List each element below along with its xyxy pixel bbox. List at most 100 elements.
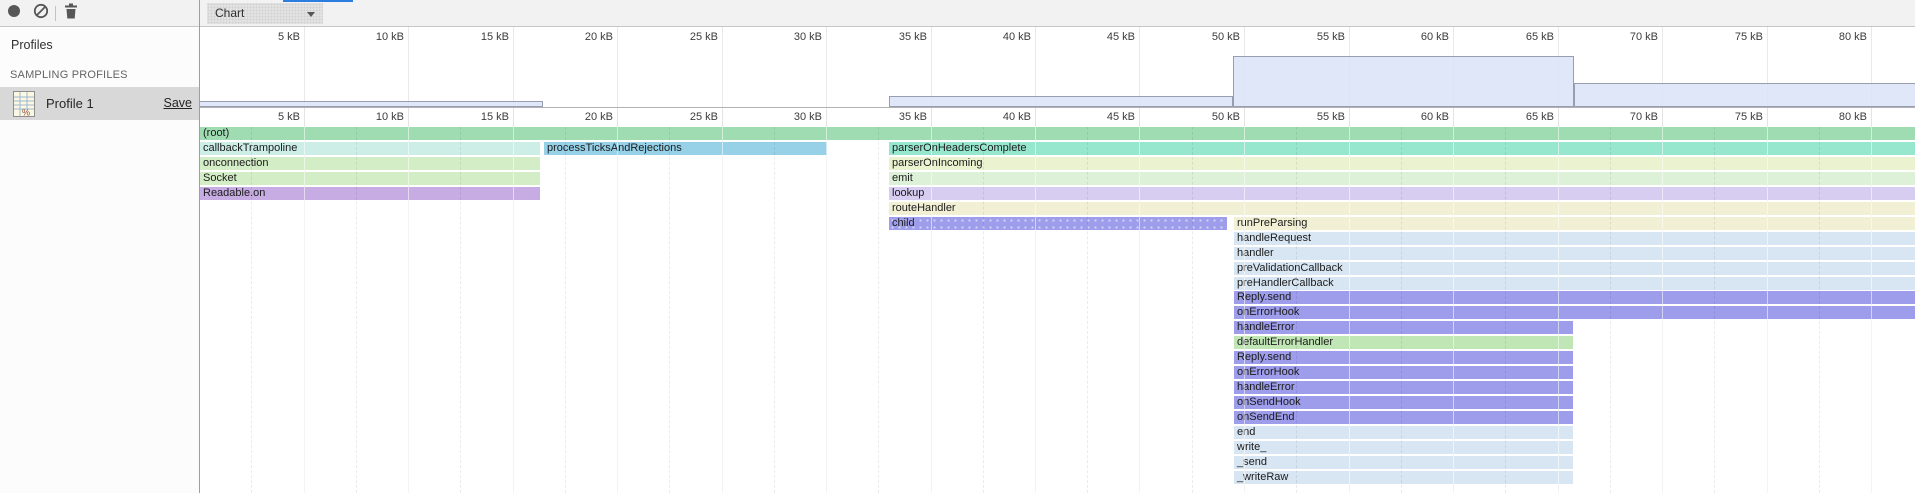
active-tab-indicator — [283, 0, 353, 2]
profiles-heading: Profiles — [11, 38, 53, 52]
overview-area-segment[interactable] — [889, 96, 1233, 107]
flame-bar[interactable]: preValidationCallback — [1234, 262, 1915, 275]
flame-bar[interactable]: routeHandler — [889, 202, 1915, 215]
ruler-tick-label: 10 kB — [344, 111, 404, 123]
chevron-down-icon — [307, 12, 315, 17]
flame-bar-label: child — [892, 217, 915, 229]
gridline-overlay — [722, 127, 723, 493]
view-mode-select[interactable]: Chart — [207, 3, 323, 24]
sidebar-item-profile-1[interactable]: % Profile 1 Save — [0, 87, 199, 120]
ruler-tick-label: 60 kB — [1389, 31, 1449, 43]
flame-bar-label: parserOnIncoming — [892, 157, 983, 169]
flame-bar-label: write_ — [1237, 441, 1266, 453]
flame-chart-area[interactable]: 5 kB5 kB10 kB10 kB15 kB15 kB20 kB20 kB25… — [200, 27, 1915, 493]
flame-bar-label: Socket — [203, 172, 237, 184]
ruler-tick-label: 5 kB — [240, 31, 300, 43]
flame-bar-label: handleError — [1237, 381, 1294, 393]
ruler-tick-label: 75 kB — [1703, 111, 1763, 123]
ruler-tick-label: 65 kB — [1494, 111, 1554, 123]
ruler-tick-label: 40 kB — [971, 31, 1031, 43]
ruler-tick-label: 45 kB — [1075, 111, 1135, 123]
flame-bar[interactable]: onErrorHook — [1234, 306, 1915, 319]
flame-bar[interactable]: Reply.send — [1234, 291, 1915, 304]
gridline-overlay — [826, 127, 827, 493]
overview-area-segment[interactable] — [1233, 56, 1574, 107]
delete-profile-button[interactable] — [61, 4, 80, 23]
gridline-overlay — [1139, 127, 1140, 493]
flame-bar[interactable]: (root) — [200, 127, 1915, 140]
flame-bar-label: lookup — [892, 187, 924, 199]
flame-bar[interactable]: processTicksAndRejections — [544, 142, 827, 155]
flame-bar[interactable]: Reply.send — [1234, 351, 1573, 364]
flame-bar[interactable]: onSendHook — [1234, 396, 1573, 409]
ruler-tick-label: 40 kB — [971, 111, 1031, 123]
save-profile-link[interactable]: Save — [164, 96, 193, 110]
flame-bar-label: parserOnHeadersComplete — [892, 142, 1027, 154]
gridline-dashed — [1819, 127, 1820, 493]
flame-bar[interactable]: parserOnIncoming — [889, 157, 1915, 170]
overview-bottom-border — [200, 107, 1915, 108]
gridline-dashed — [1192, 127, 1193, 493]
gridline — [826, 27, 827, 108]
flame-bar[interactable]: runPreParsing — [1234, 217, 1915, 230]
view-mode-value: Chart — [215, 6, 244, 20]
flame-bar[interactable]: _send — [1234, 456, 1573, 469]
flame-bar[interactable]: handler — [1234, 247, 1915, 260]
clear-button[interactable] — [31, 4, 50, 23]
flame-bar[interactable]: write_ — [1234, 441, 1573, 454]
flame-bar-label: defaultErrorHandler — [1237, 336, 1333, 348]
flame-bar-label: _send — [1237, 456, 1267, 468]
trash-icon — [64, 3, 78, 24]
gridline-dashed — [1296, 127, 1297, 493]
flame-bar-label: end — [1237, 426, 1255, 438]
profile-name: Profile 1 — [46, 96, 94, 111]
ruler-tick-label: 35 kB — [867, 111, 927, 123]
gridline-overlay — [617, 127, 618, 493]
flame-bar[interactable]: _writeRaw — [1234, 471, 1573, 484]
gridline-overlay — [1035, 127, 1036, 493]
gridline-dashed — [565, 127, 566, 493]
ruler-tick-label: 50 kB — [1180, 31, 1240, 43]
ruler-tick-label: 65 kB — [1494, 31, 1554, 43]
gridline-overlay — [1767, 127, 1768, 493]
gridline-dashed — [878, 127, 879, 493]
record-button[interactable] — [4, 4, 23, 23]
flame-bar[interactable]: handleError — [1234, 381, 1573, 394]
flame-bar-label: Reply.send — [1237, 351, 1291, 363]
gridline — [408, 27, 409, 108]
ruler-tick-label: 30 kB — [762, 31, 822, 43]
flame-bar[interactable]: onSendEnd — [1234, 411, 1573, 424]
flame-bar[interactable]: preHandlerCallback — [1234, 277, 1915, 290]
ruler-tick-label: 80 kB — [1807, 111, 1867, 123]
gridline — [722, 27, 723, 108]
flame-bar-label: Readable.on — [203, 187, 265, 199]
flame-bar[interactable]: onErrorHook — [1234, 366, 1573, 379]
no-entry-icon — [33, 3, 49, 24]
flame-bar-label: handleError — [1237, 321, 1294, 333]
sidebar-divider — [199, 0, 200, 493]
flame-bar-label: Reply.send — [1237, 291, 1291, 303]
gridline-overlay — [1349, 127, 1350, 493]
flame-bar-label: preHandlerCallback — [1237, 277, 1334, 289]
flame-bar-label: routeHandler — [892, 202, 956, 214]
flame-bar[interactable]: handleError — [1234, 321, 1573, 334]
ruler-tick-label: 75 kB — [1703, 31, 1763, 43]
ruler-tick-label: 80 kB — [1807, 31, 1867, 43]
toolbar: Chart — [0, 0, 1915, 27]
flame-bar[interactable]: emit — [889, 172, 1915, 185]
flame-bar-label: handleRequest — [1237, 232, 1311, 244]
flame-bar[interactable]: end — [1234, 426, 1573, 439]
flame-bar-label: onSendEnd — [1237, 411, 1295, 423]
overview-area-segment[interactable] — [1574, 83, 1915, 107]
ruler-tick-label: 55 kB — [1285, 31, 1345, 43]
flame-bar[interactable]: child — [889, 217, 1227, 230]
ruler-tick-label: 45 kB — [1075, 31, 1135, 43]
gridline-dashed — [251, 127, 252, 493]
gridline-dashed — [774, 127, 775, 493]
flame-bar[interactable]: handleRequest — [1234, 232, 1915, 245]
sidebar: Profiles SAMPLING PROFILES % Profile 1 S… — [0, 28, 199, 493]
flame-bar-label: (root) — [203, 127, 229, 139]
flame-bar[interactable]: parserOnHeadersComplete — [889, 142, 1915, 155]
flame-bar[interactable]: defaultErrorHandler — [1234, 336, 1573, 349]
flame-bar[interactable]: lookup — [889, 187, 1915, 200]
